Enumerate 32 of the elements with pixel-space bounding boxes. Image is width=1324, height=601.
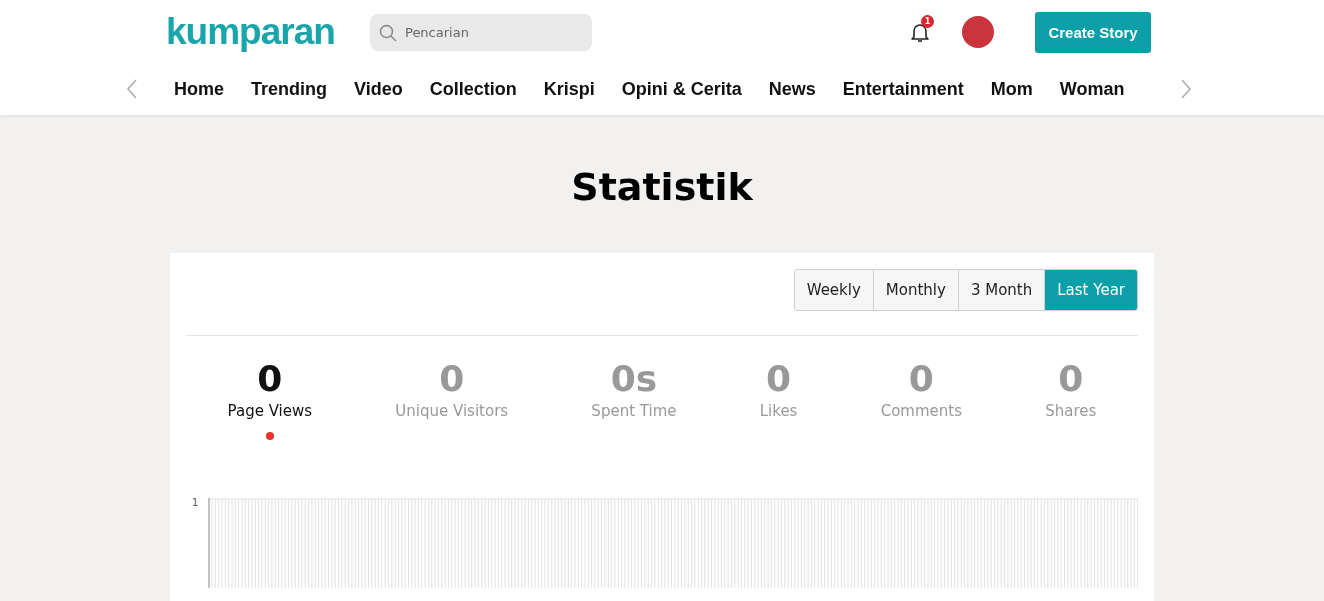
stat-value: 0 <box>766 358 792 400</box>
stat-value: 0s <box>610 358 658 400</box>
stat-value: 0 <box>439 358 465 400</box>
stat-value: 0 <box>908 358 934 400</box>
nav-link[interactable]: Mom <box>990 78 1033 100</box>
stat-label: Spent Time <box>591 402 677 420</box>
nav-link[interactable]: Woman <box>1059 78 1125 100</box>
search-field[interactable]: Pencarian <box>370 13 592 51</box>
stat-label: Likes <box>759 402 798 420</box>
avatar[interactable] <box>962 16 994 48</box>
y-axis-tick-label: 1 <box>192 498 200 508</box>
period-tab[interactable]: Monthly <box>873 270 959 310</box>
nav-link[interactable]: Video <box>354 78 403 100</box>
stat-label: Comments <box>880 402 962 420</box>
period-tab[interactable]: Weekly <box>794 270 874 310</box>
period-tab[interactable]: 3 Month <box>958 270 1046 310</box>
nav-link[interactable]: Collection <box>429 78 517 100</box>
page-title: Statistik <box>571 165 753 209</box>
stat-label: Shares <box>1045 402 1097 420</box>
stat-label: Page Views <box>227 402 313 420</box>
stat-label: Unique Visitors <box>395 402 509 420</box>
selected-dot <box>265 432 274 440</box>
nav-link[interactable]: Trending <box>251 78 327 100</box>
nav-link[interactable]: News <box>768 78 816 100</box>
stat-value: 0 <box>1058 358 1084 400</box>
nav-link[interactable]: Home <box>174 78 224 100</box>
stat-value: 0 <box>257 358 283 400</box>
nav-link[interactable]: Krispi <box>543 78 595 100</box>
nav-link[interactable]: Entertainment <box>842 78 964 100</box>
nav-link[interactable]: Opini & Cerita <box>621 78 742 100</box>
stat-tab[interactable]: 0 Page Views <box>227 358 313 478</box>
notification-badge: 1 <box>921 15 934 28</box>
